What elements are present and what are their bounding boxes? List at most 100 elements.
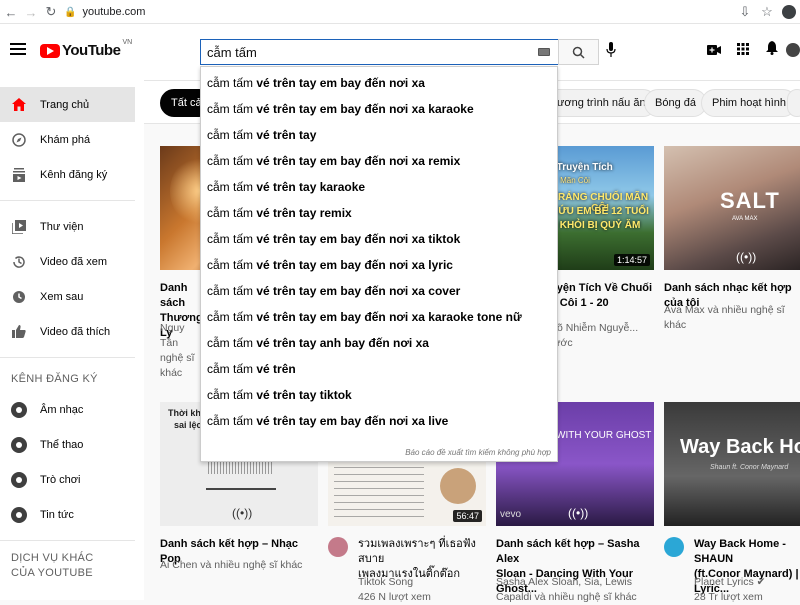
suggestion-completion: vé trên tay em bay đến nơi xa karaoke to… xyxy=(253,310,522,324)
address-bar[interactable]: 🔒 youtube.com xyxy=(64,3,734,21)
profile-avatar[interactable] xyxy=(782,5,796,19)
suggestion-completion: vé trên tay em bay đến nơi xa karaoke xyxy=(253,102,474,116)
suggestions-list: cẫm tấm vé trên tay em bay đến nơi xa cẫm… xyxy=(201,67,557,434)
search-suggestion[interactable]: cẫm tấm vé trên tay em bay đến nơi xa ly… xyxy=(201,252,557,278)
mix-playlist-icon: ((•)) xyxy=(736,250,757,264)
suggestion-completion: vé trên tay em bay đến nơi xa lyric xyxy=(253,258,453,272)
sidebar-item-channel-sports[interactable]: Thể thao xyxy=(0,427,144,462)
apps-grid-icon[interactable] xyxy=(728,42,757,58)
channel-name[interactable]: Ava Max và nhiều nghệ sĩ khác xyxy=(664,303,800,333)
reload-icon[interactable]: ↻ xyxy=(40,1,62,23)
install-icon[interactable]: ⇩ xyxy=(734,1,756,23)
logo-text: YouTube xyxy=(62,42,121,59)
sidebar-item-library[interactable]: Thư viện xyxy=(0,209,144,244)
suggestion-prefix: cẫm tấm xyxy=(207,362,254,376)
video-meta: Nguy Tân nghệ sĩ khác xyxy=(160,321,200,381)
search-suggestion[interactable]: cẫm tấm vé trên tay tiktok xyxy=(201,382,557,408)
back-icon[interactable]: ← xyxy=(0,1,22,23)
search-suggestions-dropdown: cẫm tấm vé trên tay em bay đến nơi xa cẫm… xyxy=(200,66,558,462)
menu-icon[interactable] xyxy=(10,43,26,55)
thumbnail-text: WITH YOUR GHOST xyxy=(556,430,652,441)
search-suggestion[interactable]: cẫm tấm vé trên tay anh bay đến nơi xa xyxy=(201,330,557,356)
like-icon xyxy=(11,324,27,340)
thumbnail-text: Way Back Home xyxy=(680,436,800,458)
channel-name[interactable]: Võ Nhiễm Nguyễ... xyxy=(550,321,654,336)
thumbnail-text: AVA MAX xyxy=(732,216,758,222)
video-duration: 1:14:57 xyxy=(613,254,650,266)
sidebar-item-label: Kênh đăng ký xyxy=(40,168,108,181)
microphone-icon[interactable] xyxy=(606,42,616,61)
keyboard-icon[interactable] xyxy=(538,48,550,56)
thumbnail-text: SALT xyxy=(720,188,780,213)
thumbnail-text: vevo xyxy=(500,509,522,520)
sidebar-item-liked-videos[interactable]: Video đã thích xyxy=(0,314,144,349)
bookmark-star-icon[interactable]: ☆ xyxy=(756,1,778,23)
search-suggestion[interactable]: cẫm tấm vé trên tay xyxy=(201,122,557,148)
notifications-bell-icon[interactable] xyxy=(757,41,786,58)
sidebar-item-label: Trò chơi xyxy=(40,473,81,486)
video-meta: Ai Chen và nhiều nghệ sĩ khác xyxy=(160,558,318,573)
channel-name[interactable]: Sasha Alex Sloan, Sia, Lewis xyxy=(496,575,654,590)
search-button[interactable] xyxy=(558,39,599,65)
suggestion-prefix: cẫm tấm xyxy=(207,232,254,246)
sidebar-item-subscriptions[interactable]: Kênh đăng ký xyxy=(0,157,144,192)
search-suggestion[interactable]: cẫm tấm vé trên xyxy=(201,356,557,382)
channel-avatar[interactable] xyxy=(328,537,348,557)
channel-name[interactable]: Planet Lyrics ✔ xyxy=(694,575,800,590)
report-suggestions-link[interactable]: Báo cáo đề xuất tìm kiếm không phù hợp xyxy=(405,448,551,457)
suggestion-prefix: cẫm tấm xyxy=(207,284,254,298)
sidebar-item-label: Âm nhạc xyxy=(40,403,84,416)
sidebar-item-channel-music[interactable]: Âm nhạc xyxy=(0,392,144,427)
chip-cooking-shows[interactable]: ương trình nấu ăn xyxy=(542,89,657,117)
video-thumbnail[interactable]: Way Back Home Shaun ft. Conor Maynard xyxy=(664,402,800,526)
sidebar-item-home[interactable]: Trang chủ xyxy=(0,87,135,122)
chip-football[interactable]: Bóng đá xyxy=(644,89,707,117)
search-suggestion[interactable]: cẫm tấm vé trên tay em bay đến nơi xa ka… xyxy=(201,304,557,330)
news-channel-avatar xyxy=(11,506,27,523)
chip-cartoons[interactable]: Phim hoạt hình xyxy=(701,89,797,117)
sidebar-item-history[interactable]: Video đã xem xyxy=(0,244,144,279)
video-thumbnail[interactable]: SALT AVA MAX ((•)) xyxy=(664,146,800,270)
suggestion-prefix: cẫm tấm xyxy=(207,388,254,402)
channel-name[interactable]: Ai Chen và nhiều nghệ sĩ khác xyxy=(160,558,318,573)
channel-name[interactable]: Tiktok Song xyxy=(358,575,488,590)
sidebar-item-explore[interactable]: Khám phá xyxy=(0,122,144,157)
sidebar-item-label: Video đã thích xyxy=(40,325,111,338)
subscriptions-icon xyxy=(11,167,27,183)
suggestion-completion: vé trên tay em bay đến nơi xa cover xyxy=(253,284,461,298)
lock-icon: 🔒 xyxy=(64,6,77,18)
search-input[interactable]: cẫm tấm xyxy=(200,39,559,65)
youtube-logo[interactable]: YouTube VN xyxy=(40,39,132,59)
sidebar-item-watch-later[interactable]: Xem sau xyxy=(0,279,144,314)
account-avatar[interactable] xyxy=(786,42,800,57)
search-suggestion[interactable]: cẫm tấm vé trên tay em bay đến nơi xa re… xyxy=(201,148,557,174)
search-suggestion[interactable]: cẫm tấm vé trên tay karaoke xyxy=(201,174,557,200)
search-suggestion[interactable]: cẫm tấm vé trên tay em bay đến nơi xa ti… xyxy=(201,226,557,252)
sidebar-item-label: Thư viện xyxy=(40,220,84,233)
forward-icon[interactable]: → xyxy=(20,1,42,23)
thumbnail-text: KHỎI BỊ QUỶ ĂM xyxy=(559,220,641,231)
sidebar-item-channel-news[interactable]: Tin tức xyxy=(0,497,144,532)
channel-name[interactable]: Nguy Tân xyxy=(160,321,200,351)
video-title[interactable]: uyện Tích Về Chuối n Côi 1 - 20 xyxy=(550,281,654,311)
suggestion-completion: vé trên tay em bay đến nơi xa live xyxy=(253,414,449,428)
mix-playlist-icon: ((•)) xyxy=(568,506,589,520)
suggestion-prefix: cẫm tấm xyxy=(207,102,254,116)
sidebar-item-label: Thể thao xyxy=(40,438,84,451)
music-channel-avatar xyxy=(11,401,27,418)
video-meta: Planet Lyrics ✔ 28 Tr lượt xem xyxy=(694,575,800,605)
search-suggestion[interactable]: cẫm tấm vé trên tay em bay đến nơi xa ka… xyxy=(201,96,557,122)
suggestion-prefix: cẫm tấm xyxy=(207,414,254,428)
clock-icon xyxy=(11,289,27,305)
search-suggestion[interactable]: cẫm tấm vé trên tay em bay đến nơi xa xyxy=(201,70,557,96)
sidebar-item-channel-gaming[interactable]: Trò chơi xyxy=(0,462,144,497)
search-suggestion[interactable]: cẫm tấm vé trên tay em bay đến nơi xa li… xyxy=(201,408,557,434)
search-suggestion[interactable]: cẫm tấm vé trên tay remix xyxy=(201,200,557,226)
chip-more[interactable] xyxy=(787,89,800,117)
channel-avatar[interactable] xyxy=(664,537,684,557)
browser-toolbar: ← → ↻ 🔒 youtube.com ⇩ ☆ xyxy=(0,0,800,24)
search-suggestion[interactable]: cẫm tấm vé trên tay em bay đến nơi xa co… xyxy=(201,278,557,304)
create-video-icon[interactable] xyxy=(699,42,728,58)
video-stats: 28 Tr lượt xem xyxy=(694,591,763,603)
sidebar-item-label: Trang chủ xyxy=(40,98,90,111)
